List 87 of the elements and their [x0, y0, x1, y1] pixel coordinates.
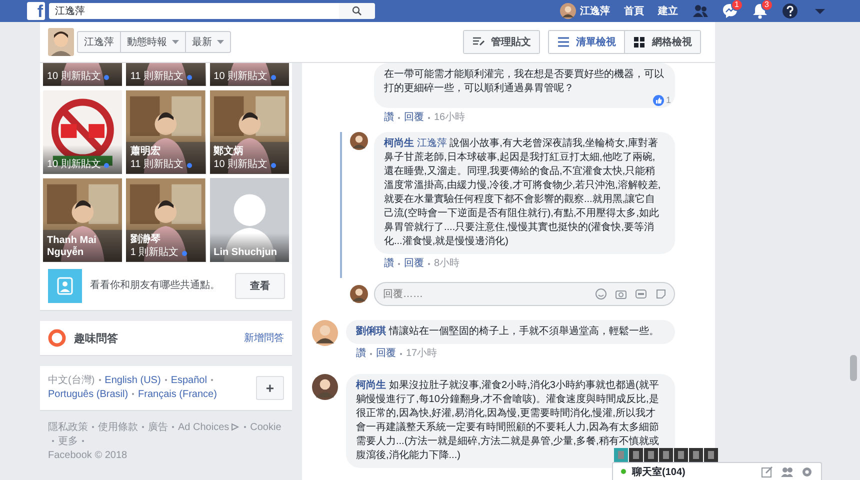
list-icon: [557, 36, 570, 48]
friend-tile[interactable]: Lin Shuchjun: [210, 178, 289, 262]
mention-link[interactable]: 江逸萍: [416, 138, 447, 149]
friend-name: 鄭文炳: [214, 146, 245, 158]
author-link[interactable]: 柯尚生: [356, 380, 386, 391]
caret-icon: [217, 40, 224, 44]
friend-tile[interactable]: 10 則新貼文: [43, 90, 122, 174]
card-title: 趣味問答: [74, 332, 118, 346]
comment-text: 柯尚生 江逸萍 說個小故事,有大老曾深夜請我,坐輪椅女,庫對著鼻子甘蔗老師,日本球破事,起因是我打紅豆打太細,他吃了兩碗,還在睡覺,又溜走。同理,我要傳給的食品,不宜灌食太快,只能稍溫度常溫掛高,由緩力慢,冷後,才可將食物少,若只沖泡,溶解較差,就要在水量實驗任何程度下都不會影響的觀察...就用黑,讓它自己流(空時會一下逆面是否有阻住就行),有點,不用壓得太多,如此鼻胃管就行了....只要注意住,慢慢其實也挺快的(灌食快,要等消化...灌食慢,就是慢慢邊消化): [384, 138, 661, 247]
friend-name: Thanh Mai Nguyễn: [47, 235, 98, 259]
grid-icon: [633, 36, 646, 48]
post-count: 11 則新貼文: [130, 159, 184, 171]
timestamp: 17小時: [406, 347, 438, 360]
friend-name: 蕭明宏: [130, 146, 162, 158]
dropdown-button[interactable]: 最新: [186, 32, 230, 52]
gif-icon[interactable]: [635, 288, 647, 300]
search-field[interactable]: 江逸萍: [49, 3, 339, 19]
timestamp: 16小時: [434, 111, 466, 124]
timestamp: 8小時: [434, 257, 460, 270]
post-count: 10 則新貼文: [214, 159, 268, 171]
comment-text: 在一帶可能需才能順利灌完，我在想是否要買好些的機器，可以打的更細碎一些，可以順利通過鼻胃管呢？: [384, 69, 664, 94]
friend-tile[interactable]: 11 則新貼文: [126, 63, 206, 86]
friend-tile[interactable]: 10 則新貼文: [43, 63, 122, 86]
view-button[interactable]: 清單檢視: [549, 31, 624, 53]
language-link[interactable]: English (US): [104, 375, 161, 386]
ad-choices-icon: [231, 423, 240, 432]
avatar: [312, 374, 338, 400]
language-link[interactable]: 中文(台灣): [48, 375, 95, 386]
author-link[interactable]: 劉俐琪: [356, 326, 386, 337]
friends-icon[interactable]: [692, 3, 708, 19]
people-icon: [48, 269, 82, 303]
search-button[interactable]: [339, 3, 375, 19]
reply-link[interactable]: 回覆: [404, 257, 424, 270]
profile-link[interactable]: 江逸萍: [560, 3, 610, 19]
comment-text: 柯尚生 如果沒拉肚子就沒事,灌食2小時,消化3小時約事就也都過(就平躺慢慢進行了,每10分鐘翻身,才不會嗆咳)。灌食速度與時間成反比,是很正常的,因為快,好灌,易消化,因為慢,更需要時間消化,慢灌,所以我才會一再建議整天系統一定要有時間照顧的不要耗人力,因為有太多細節需要人力...(方法一就是細碎,方法二就是鼻管,少量,多餐,稍有不慎就或腹瀉後,消化能力下降...): [356, 380, 659, 461]
chat-tab[interactable]: 聊天室(104): [612, 462, 822, 480]
like-count: 1: [666, 95, 671, 106]
friend-tile[interactable]: 10 則新貼文: [210, 63, 289, 86]
avatar: [350, 132, 368, 150]
copyright: Facebook © 2018: [48, 449, 128, 463]
like-link[interactable]: 讚: [356, 347, 366, 360]
friend-name: Lin Shuchjun: [214, 247, 278, 259]
view-button[interactable]: 網格檢視: [624, 31, 700, 53]
post-count: 10 則新貼文: [47, 159, 101, 171]
caret-icon: [172, 40, 179, 44]
compose-icon[interactable]: [761, 466, 773, 478]
language-link[interactable]: Português (Brasil): [48, 389, 128, 400]
reply-link[interactable]: 回覆: [376, 347, 396, 360]
notification-badge: 1: [730, 0, 743, 11]
add-link[interactable]: 新增問答: [244, 331, 284, 345]
like-link[interactable]: 讚: [384, 257, 394, 270]
notification-badge: 3: [760, 0, 773, 11]
avatar: [350, 285, 368, 303]
reply-link[interactable]: 回覆: [404, 111, 424, 124]
settings-icon[interactable]: [801, 466, 813, 478]
add-language-button[interactable]: +: [256, 376, 284, 400]
people-icon[interactable]: [781, 466, 793, 478]
post-count: 10 則新貼文: [47, 71, 101, 83]
view-button[interactable]: 查看: [235, 273, 285, 299]
emoji-icon[interactable]: [595, 288, 607, 300]
post-count: 1 則新貼文: [130, 247, 179, 259]
dropdown-button[interactable]: 動態時報: [121, 32, 186, 52]
view-button[interactable]: 管理貼文: [464, 31, 539, 53]
logo[interactable]: f: [27, 2, 45, 20]
list-edit-icon: [472, 36, 485, 48]
scrollbar-thumb[interactable]: [850, 355, 857, 381]
camera-icon[interactable]: [615, 288, 627, 300]
comment-text: 劉俐琪 情讓站在一個堅固的椅子上，手就不須舉過堂高，輕鬆一些。: [356, 326, 659, 337]
help-icon[interactable]: [782, 3, 798, 19]
nav-link[interactable]: 首頁: [624, 4, 644, 18]
language-link[interactable]: Français (France): [138, 389, 217, 400]
search-icon: [352, 6, 362, 16]
language-link[interactable]: Español: [170, 375, 207, 386]
like-icon: [652, 95, 664, 106]
suggestion-text: 看看你和朋友有哪些共通點。: [90, 279, 221, 293]
filter-button[interactable]: 江逸萍: [78, 32, 121, 52]
reply-field[interactable]: 回覆……: [374, 282, 675, 306]
sticker-icon[interactable]: [655, 288, 667, 300]
friend-name: 劉瀞琴: [130, 234, 162, 246]
avatar: [312, 320, 338, 346]
author-link[interactable]: 柯尚生: [384, 138, 414, 149]
post-count: 10 則新貼文: [214, 71, 268, 83]
friend-tile[interactable]: Thanh Mai Nguyễn: [43, 178, 122, 262]
avatar: [560, 3, 576, 19]
like-link[interactable]: 讚: [384, 111, 394, 124]
nav-link[interactable]: 建立: [658, 4, 678, 18]
post-count: 11 則新貼文: [130, 71, 184, 83]
